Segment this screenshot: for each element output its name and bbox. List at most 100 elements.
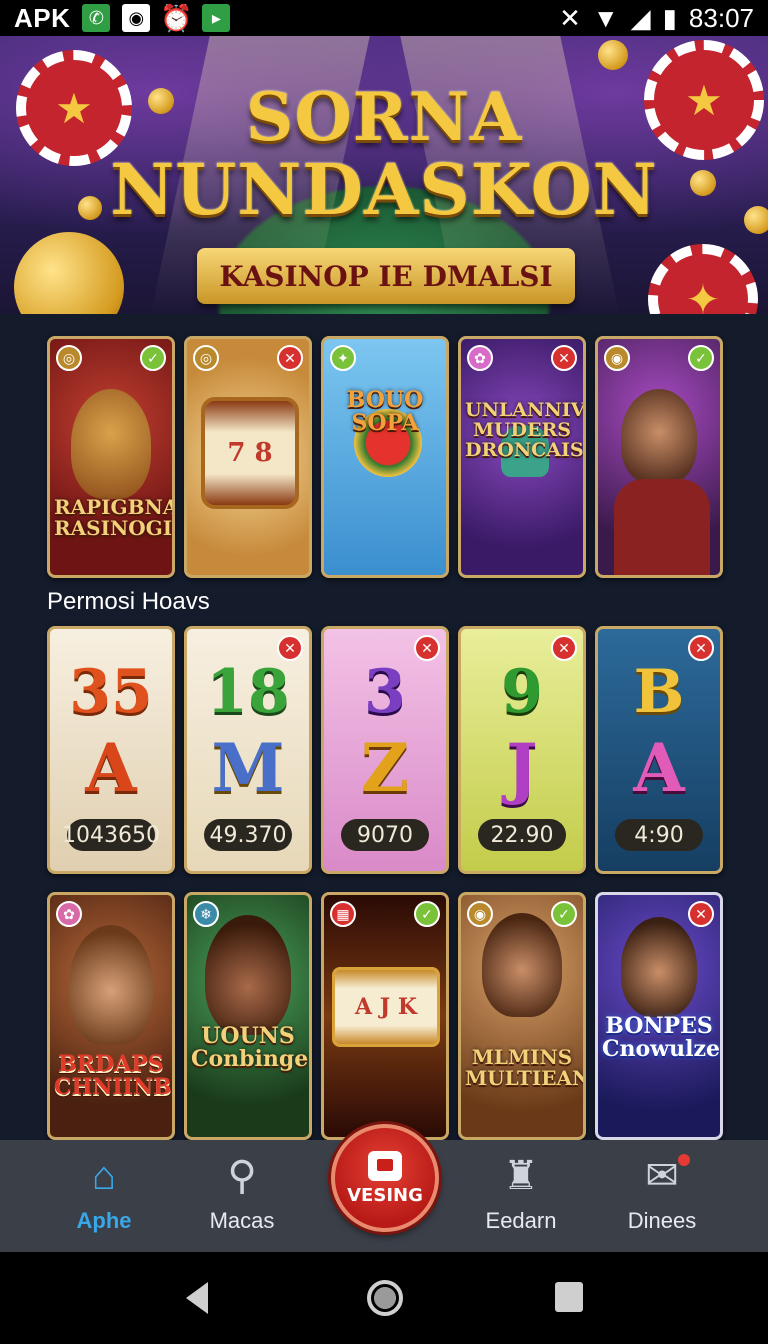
promo-card[interactable]: ✕ 18 M 49.370: [184, 626, 312, 874]
game-emblem-icon: ✦: [330, 345, 356, 371]
promo-amount: 1043650: [62, 819, 160, 851]
banner-title: NUNDASKON: [110, 148, 658, 231]
whatsapp-icon: ✆: [82, 4, 111, 32]
promo-number: B: [633, 657, 685, 727]
promo-number: 3: [364, 657, 406, 727]
game-title: BRDAPS CHNIINB: [54, 1051, 172, 1101]
game-card[interactable]: ◉ ✓ MLMINS MULTIEANEN: [458, 892, 586, 1140]
nav-search[interactable]: ⚲ Macas: [172, 1140, 312, 1252]
game-emblem-icon: ❄: [193, 901, 219, 927]
favorite-check-icon[interactable]: ✓: [140, 345, 166, 371]
gold-coin-icon: [14, 232, 124, 314]
close-icon[interactable]: ✕: [277, 345, 303, 371]
game-row: ✿ BRDAPS CHNIINB ❄ UOUNS Conbinge ▦ ✓ A …: [47, 892, 723, 1140]
game-grid: ◎ ✓ RAPIGBNAIS RASINOGI ◎ ✕ 7 8 ✦ BOUO S…: [0, 314, 768, 1140]
character-illustration: [482, 913, 562, 1017]
nav-chat[interactable]: ✉ Dinees: [592, 1140, 732, 1252]
center-action-label: VESING: [347, 1184, 423, 1206]
game-card[interactable]: ◉ ✓: [595, 336, 723, 578]
home-circle-icon[interactable]: [367, 1280, 403, 1316]
character-illustration: [71, 389, 151, 499]
signal-icon: ◢: [630, 2, 651, 33]
search-icon: ⚲: [227, 1154, 257, 1198]
game-emblem-icon: ◎: [193, 345, 219, 371]
game-title: UOUNS Conbinge: [191, 1023, 309, 1073]
casino-chip-icon: ✦: [648, 244, 758, 314]
promo-letter: M: [211, 729, 285, 807]
recent-apps-icon[interactable]: [555, 1282, 583, 1312]
promo-amount: 4:90: [615, 819, 703, 851]
promo-card[interactable]: ✕ 3 Z 9070: [321, 626, 449, 874]
promo-number: 35: [69, 657, 153, 727]
carrier-label: APK: [14, 2, 71, 33]
character-jacket: [614, 479, 710, 575]
trophy-icon: ♜: [503, 1154, 539, 1198]
slot-reel-icon: 7 8: [201, 397, 299, 509]
banner-ribbon: KASINOP IE DMALSI: [153, 248, 619, 304]
promo-card[interactable]: ✕ 9 J 22.90: [458, 626, 586, 874]
center-action-button[interactable]: VESING: [331, 1124, 439, 1232]
battery-icon: ▮: [662, 2, 677, 33]
promo-letter: A: [85, 729, 137, 807]
game-emblem-icon: ✿: [467, 345, 493, 371]
nav-search-label: Macas: [209, 1208, 275, 1233]
back-icon[interactable]: [186, 1282, 208, 1314]
game-title: UNLANNIV MUDERS DRONCAIS: [465, 399, 586, 461]
nav-chat-label: Dinees: [627, 1208, 697, 1233]
game-card[interactable]: ✿ BRDAPS CHNIINB: [47, 892, 175, 1140]
close-icon[interactable]: ✕: [551, 345, 577, 371]
promo-card[interactable]: ✕ B A 4:90: [595, 626, 723, 874]
game-card[interactable]: ◎ ✕ 7 8: [184, 336, 312, 578]
game-card[interactable]: ❄ UOUNS Conbinge: [184, 892, 312, 1140]
game-card[interactable]: ✕ BONPES Cnowulze: [595, 892, 723, 1140]
game-emblem-icon: ✿: [56, 901, 82, 927]
promo-amount: 49.370: [204, 819, 292, 851]
character-illustration: [621, 389, 697, 485]
close-icon[interactable]: ✕: [688, 901, 714, 927]
game-card[interactable]: ▦ ✓ A J K: [321, 892, 449, 1140]
nav-home-label: Aphe: [76, 1208, 132, 1233]
mute-icon: ✕: [559, 2, 581, 33]
play-icon: [368, 1150, 402, 1181]
section-title: Permosi Hoavs: [47, 588, 210, 615]
game-emblem-icon: ◎: [56, 345, 82, 371]
nav-earn[interactable]: ♜ Eedarn: [451, 1140, 591, 1252]
game-emblem-icon: ◉: [604, 345, 630, 371]
game-row: ◎ ✓ RAPIGBNAIS RASINOGI ◎ ✕ 7 8 ✦ BOUO S…: [47, 336, 723, 578]
notification-dot: [678, 1154, 690, 1166]
system-navigation-bar: [0, 1252, 768, 1344]
character-illustration: [621, 917, 697, 1017]
camera-icon: ◉: [122, 4, 151, 32]
promo-amount: 22.90: [478, 819, 566, 851]
game-card[interactable]: ◎ ✓ RAPIGBNAIS RASINOGI: [47, 336, 175, 578]
slot-reel-icon: A J K: [332, 967, 440, 1047]
clock: 83:07: [688, 2, 754, 33]
game-emblem-icon: ▦: [330, 901, 356, 927]
character-illustration: [205, 915, 291, 1035]
banner-title: SORNA: [245, 78, 523, 156]
wifi-icon: ▼: [592, 2, 619, 33]
game-title: BOUO SOPA: [346, 387, 424, 437]
promo-card[interactable]: 35 A 1043650: [47, 626, 175, 874]
play-store-icon: ▸: [202, 4, 231, 32]
alarm-icon: ⏰: [160, 2, 193, 33]
favorite-check-icon[interactable]: ✓: [414, 901, 440, 927]
status-bar: APK ✆ ◉ ⏰ ▸ ✕ ▼ ◢ ▮ 83:07: [0, 0, 768, 36]
game-title: MLMINS MULTIEANEN: [465, 1045, 583, 1090]
home-icon: ⌂: [91, 1153, 117, 1198]
nav-earn-label: Eedarn: [485, 1208, 557, 1233]
favorite-check-icon[interactable]: ✓: [551, 901, 577, 927]
game-card[interactable]: ✿ ✕ UNLANNIV MUDERS DRONCAIS: [458, 336, 586, 578]
ribbon-text: KASINOP IE DMALSI: [219, 259, 553, 293]
game-card[interactable]: ✦ BOUO SOPA: [321, 336, 449, 578]
game-emblem-icon: ◉: [467, 901, 493, 927]
promo-amount: 9070: [341, 819, 429, 851]
promo-number: 9: [501, 657, 543, 727]
promo-number: 18: [206, 657, 290, 727]
character-illustration: [69, 925, 153, 1045]
game-title: BONPES Cnowulze: [602, 1013, 720, 1063]
favorite-check-icon[interactable]: ✓: [688, 345, 714, 371]
nav-home[interactable]: ⌂ Aphe: [34, 1140, 174, 1252]
promo-letter: Z: [360, 729, 410, 807]
promo-banner[interactable]: ★ ★ ✦ SORNA NUNDASKON KASINOP IE DMALSI: [0, 36, 768, 314]
